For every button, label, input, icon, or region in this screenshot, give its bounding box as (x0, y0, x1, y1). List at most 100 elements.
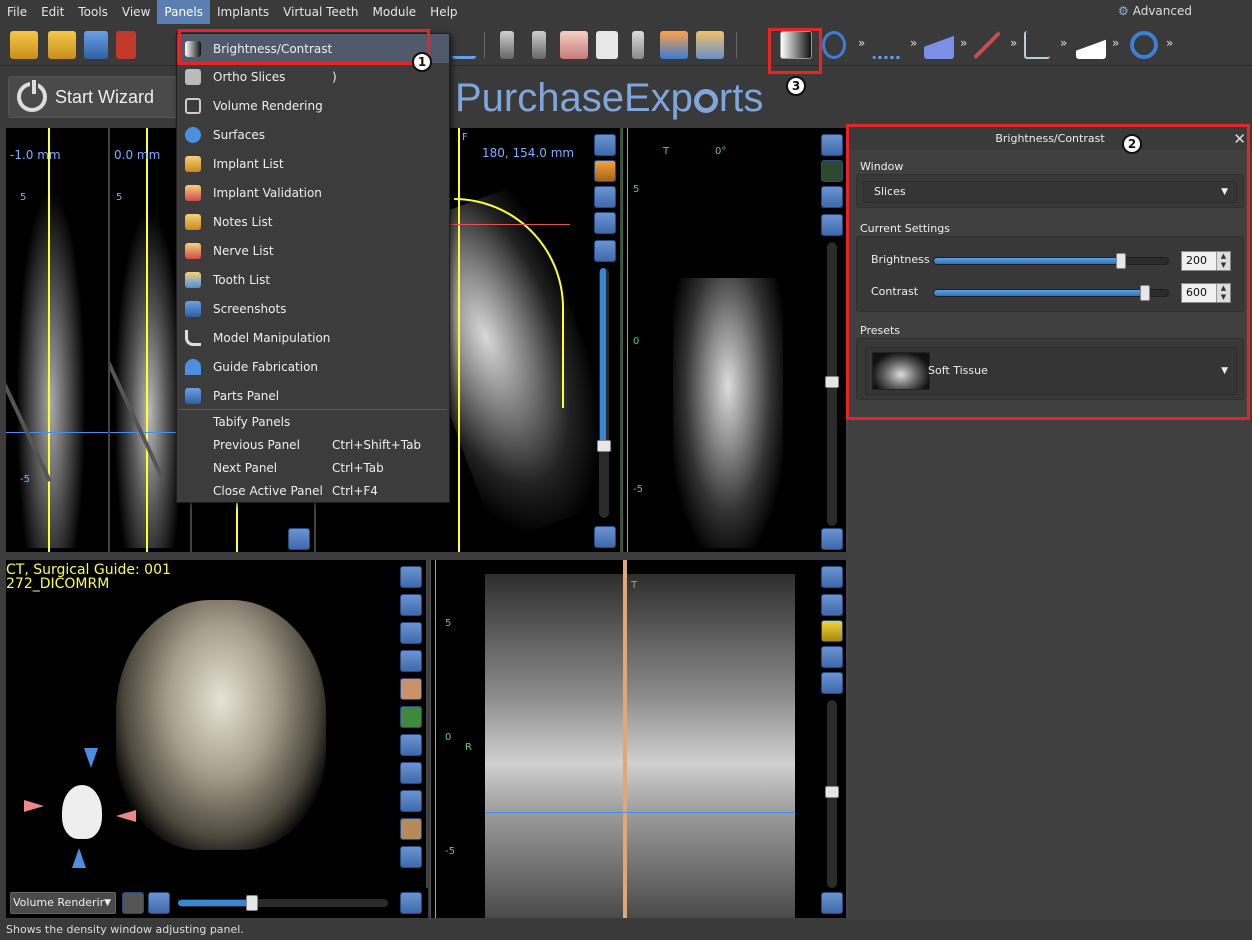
tooth-icon[interactable] (596, 31, 618, 59)
toolbar-overflow-chevron[interactable]: » (1166, 36, 1173, 50)
menu-item-guide-fabrication[interactable]: Guide Fabrication (177, 352, 449, 381)
face-icon[interactable] (400, 678, 422, 700)
toolbar-overflow-chevron[interactable]: » (910, 36, 917, 50)
reset-view-icon[interactable] (821, 134, 843, 156)
reset-view-icon[interactable] (594, 134, 616, 156)
menu-item-label: Surfaces (213, 127, 265, 142)
orientation-icon[interactable] (594, 160, 616, 182)
menu-virtual-teeth[interactable]: Virtual Teeth (276, 0, 365, 24)
menu-item-next-panel[interactable]: Next Panel Ctrl+Tab (177, 456, 449, 479)
menu-panels[interactable]: Panels (157, 0, 211, 24)
menu-item-screenshots[interactable]: Screenshots (177, 294, 449, 323)
tooth-shape-icon[interactable] (400, 818, 422, 840)
visibility-icon[interactable] (821, 646, 843, 668)
vr-threshold-thumb[interactable] (246, 895, 258, 911)
grid-icon[interactable] (400, 762, 422, 784)
panoramic-slider-thumb[interactable] (825, 786, 839, 798)
fit-view-icon[interactable] (821, 160, 843, 182)
advanced-mode-button[interactable]: ⚙ Advanced (1118, 4, 1192, 18)
menu-edit[interactable]: Edit (34, 0, 71, 24)
menu-item-model-manipulation[interactable]: Model Manipulation (177, 323, 449, 352)
histogram-toggle-icon[interactable] (400, 734, 422, 756)
arch-curve-icon[interactable] (872, 31, 902, 59)
vr-threshold-slider[interactable] (178, 895, 388, 911)
toolbar-overflow-chevron[interactable]: » (1010, 36, 1017, 50)
menu-item-tabify-panels[interactable]: Tabify Panels (177, 410, 449, 433)
visibility-icon[interactable] (594, 212, 616, 234)
histogram-toggle-icon[interactable] (594, 186, 616, 208)
visibility-icon[interactable] (821, 186, 843, 208)
toolbar-overflow-chevron[interactable]: » (1112, 36, 1119, 50)
coronal-slider-thumb[interactable] (825, 376, 839, 388)
print-icon[interactable] (696, 31, 724, 59)
implant-abutment-icon[interactable] (532, 31, 546, 59)
reset-view-icon[interactable] (400, 566, 422, 588)
axes-icon[interactable] (1024, 31, 1050, 59)
close-case-icon[interactable] (116, 31, 136, 59)
nerve-icon[interactable] (400, 706, 422, 728)
virtual-teeth-icon[interactable] (560, 31, 588, 59)
measure-icon[interactable] (974, 31, 1000, 59)
panoramic-slider[interactable] (825, 700, 839, 888)
coronal-slice-slider[interactable] (825, 242, 839, 526)
menu-item-implant-validation[interactable]: Implant Validation (177, 178, 449, 207)
coronal-viewport[interactable]: T 0° 5 0 -5 (622, 128, 848, 552)
scroll-down-icon[interactable] (821, 528, 843, 550)
measure-ruler-icon[interactable] (400, 790, 422, 812)
refresh-icon[interactable] (822, 31, 846, 59)
menu-tools[interactable]: Tools (71, 0, 115, 24)
cross-section-viewport-1[interactable]: -1.0 mm 5 -5 (6, 128, 110, 552)
undo-icon[interactable] (122, 892, 144, 914)
menu-item-implant-list[interactable]: Implant List (177, 149, 449, 178)
measure-ruler-icon[interactable] (821, 594, 843, 616)
start-wizard-button[interactable]: Start Wizard (8, 76, 178, 118)
menu-implants[interactable]: Implants (210, 0, 276, 24)
open-folder-icon[interactable] (48, 31, 76, 59)
render-mode-select[interactable]: Volume Renderir ▼ (10, 892, 116, 914)
reset-view-icon[interactable] (821, 566, 843, 588)
fast-forward-icon[interactable] (400, 892, 422, 914)
scroll-up-icon[interactable] (594, 240, 616, 262)
visibility-icon[interactable] (400, 846, 422, 868)
clip-icon[interactable] (400, 594, 422, 616)
scroll-down-icon[interactable] (821, 892, 843, 914)
menu-item-volume-rendering[interactable]: Volume Rendering (177, 91, 449, 120)
menu-item-notes-list[interactable]: Notes List (177, 207, 449, 236)
skull-icon[interactable] (400, 622, 422, 644)
axial-slice-slider[interactable] (597, 268, 611, 518)
menu-help[interactable]: Help (423, 0, 464, 24)
scroll-up-icon[interactable] (821, 214, 843, 236)
menu-item-previous-panel[interactable]: Previous Panel Ctrl+Shift+Tab (177, 433, 449, 456)
toolbar-overflow-chevron[interactable]: » (960, 36, 967, 50)
menu-view[interactable]: View (115, 0, 157, 24)
axial-slider-thumb[interactable] (597, 440, 611, 452)
rewind-icon[interactable] (148, 892, 170, 914)
arch-icon[interactable] (400, 650, 422, 672)
menu-item-ortho-slices[interactable]: Ortho Slices ) (177, 62, 449, 91)
scroll-up-icon[interactable] (821, 672, 843, 694)
scroll-down-icon[interactable] (288, 528, 310, 550)
panoramic-horizontal-line (485, 812, 795, 813)
menu-item-parts-panel[interactable]: Parts Panel (177, 381, 449, 410)
nerve-marker-icon[interactable] (821, 620, 843, 642)
implant-icon[interactable] (500, 31, 514, 59)
menu-module[interactable]: Module (366, 0, 424, 24)
toolbar-overflow-chevron[interactable]: » (858, 36, 865, 50)
scroll-down-icon[interactable] (594, 526, 616, 548)
draw-curve-icon[interactable] (452, 31, 476, 59)
histogram-icon[interactable] (924, 31, 954, 59)
menu-item-nerve-list[interactable]: Nerve List (177, 236, 449, 265)
menu-item-surfaces[interactable]: Surfaces (177, 120, 449, 149)
pin-icon[interactable] (632, 31, 644, 59)
menu-file[interactable]: File (0, 0, 34, 24)
toolbar-overflow-chevron[interactable]: » (1060, 36, 1067, 50)
rotate-icon[interactable] (1130, 31, 1158, 59)
save-icon[interactable] (84, 31, 108, 59)
3d-volume-viewport[interactable]: CT, Surgical Guide: 001 272_DICOMRM (6, 560, 428, 916)
window-level-icon[interactable] (1076, 31, 1106, 59)
panoramic-viewport[interactable]: T R 5 0 -5 (430, 560, 848, 918)
open-case-icon[interactable] (10, 31, 38, 59)
menu-item-close-active-panel[interactable]: Close Active Panel Ctrl+F4 (177, 479, 449, 502)
menu-item-tooth-list[interactable]: Tooth List (177, 265, 449, 294)
bone-density-icon[interactable] (660, 31, 688, 59)
